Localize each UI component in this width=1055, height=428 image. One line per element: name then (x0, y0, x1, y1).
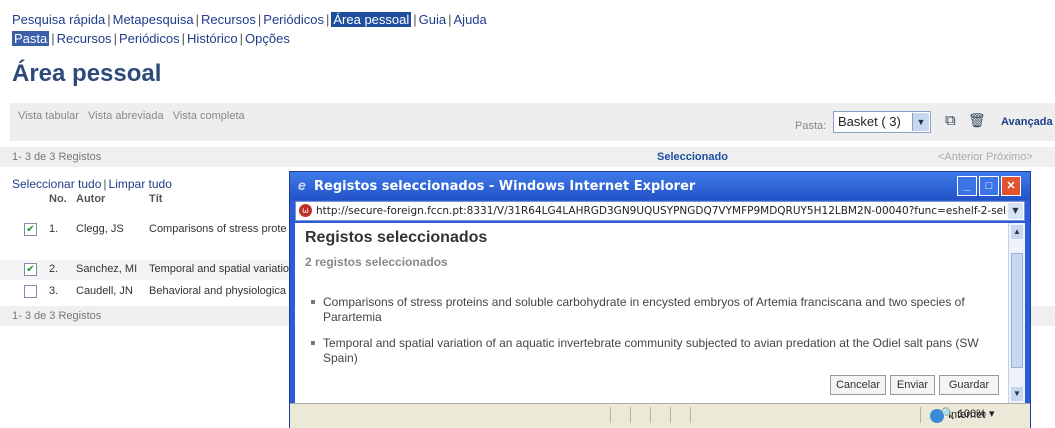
nav-guide[interactable]: Guia (419, 12, 446, 27)
nav-personal-area[interactable]: Área pessoal (331, 12, 412, 27)
folder-label: Pasta: (795, 120, 827, 132)
pagination-nav[interactable]: <Anterior Próximo> (938, 151, 1033, 163)
dialog-count: 2 registos seleccionados (305, 255, 448, 269)
subnav-options[interactable]: Opções (245, 31, 290, 46)
row-checkbox[interactable]: ✔ (24, 223, 37, 236)
page-title: Área pessoal (12, 60, 162, 87)
site-icon: ω (299, 204, 312, 217)
folder-select-value: Basket ( 3) (838, 114, 901, 129)
close-icon[interactable]: ✕ (1001, 176, 1021, 196)
zoom-level: 100% (957, 408, 986, 420)
row-author: Sanchez, MI (76, 263, 138, 275)
record-count: 1- 3 de 3 Registos (12, 151, 102, 163)
cancel-button[interactable]: Cancelar (830, 375, 886, 395)
status-zoom-area: 🔍 100% ▾ (289, 402, 1029, 426)
nav-metasearch[interactable]: Metapesquisa (113, 12, 194, 27)
view-bar: Vista tabular Vista abreviada Vista comp… (10, 103, 1055, 141)
copy-icon[interactable]: ⧉ (945, 112, 956, 129)
address-url[interactable]: http://secure-foreign.fccn.pt:8331/V/31R… (316, 205, 1006, 217)
maximize-icon[interactable]: □ (979, 176, 999, 196)
subnav-history[interactable]: Histórico (187, 31, 238, 46)
row-title[interactable]: Temporal and spatial variatio (149, 263, 289, 275)
ie-window-title: Registos seleccionados - Windows Interne… (314, 179, 696, 194)
selection-links: Seleccionar tudo | Limpar tudo (12, 177, 172, 191)
table-row: ✔ 2. Sanchez, MI Temporal and spatial va… (0, 260, 290, 280)
chevron-down-icon[interactable]: ▾ (989, 408, 995, 420)
bullet-icon (311, 300, 315, 304)
record-count: 1- 3 de 3 Registos (12, 310, 102, 322)
view-complete-link[interactable]: Vista completa (173, 110, 245, 122)
list-item-text: Comparisons of stress proteins and solub… (323, 295, 965, 324)
table-row: ✔ 1. Clegg, JS Comparisons of stress pro… (0, 220, 290, 240)
scroll-up-icon[interactable]: ▲ (1011, 225, 1023, 239)
row-checkbox[interactable]: ✔ (24, 263, 37, 276)
advanced-link[interactable]: Avançada (1001, 116, 1053, 128)
column-header-title: Tít (149, 193, 163, 205)
column-header-author: Autor (76, 193, 106, 205)
row-title[interactable]: Behavioral and physiologica (149, 285, 286, 297)
subnav-periodicals[interactable]: Periódicos (119, 31, 180, 46)
view-tabular-link[interactable]: Vista tabular (18, 110, 79, 122)
nav-quick-search[interactable]: Pesquisa rápida (12, 12, 105, 27)
chevron-down-icon[interactable]: ▼ (1008, 203, 1023, 219)
top-nav: Pesquisa rápida | Metapesquisa | Recursos | Pe… (12, 12, 487, 27)
vertical-scrollbar[interactable]: ▲ ▼ (1008, 223, 1025, 403)
clear-all-link[interactable]: Limpar tudo (109, 177, 172, 191)
nav-periodicals[interactable]: Periódicos (263, 12, 324, 27)
dialog-title: Registos seleccionados (305, 229, 488, 246)
zoom-control[interactable]: 🔍 100% ▾ (941, 407, 995, 420)
scroll-thumb[interactable] (1011, 253, 1023, 368)
nav-resources[interactable]: Recursos (201, 12, 256, 27)
address-bar[interactable]: ω http://secure-foreign.fccn.pt:8331/V/3… (295, 201, 1025, 221)
list-item-text: Temporal and spatial variation of an aqu… (323, 336, 979, 365)
minimize-icon[interactable]: _ (957, 176, 977, 196)
scroll-down-icon[interactable]: ▼ (1011, 387, 1023, 401)
row-number: 3. (49, 285, 59, 297)
ie-popup-window: e Registos seleccionados - Windows Inter… (289, 171, 1031, 428)
row-number: 1. (49, 223, 59, 235)
sub-nav: Pasta | Recursos | Periódicos | Histórico | Opçõ… (12, 31, 290, 46)
folder-select[interactable]: Basket ( 3) ▼ (833, 111, 931, 133)
ie-content: Registos seleccionados 2 registos selecc… (295, 223, 1025, 403)
subnav-folder[interactable]: Pasta (12, 31, 50, 46)
row-title[interactable]: Comparisons of stress prote (149, 223, 287, 235)
zoom-icon: 🔍 (941, 408, 955, 420)
ie-logo-icon: e (298, 177, 306, 193)
subnav-resources[interactable]: Recursos (57, 31, 112, 46)
send-button[interactable]: Enviar (890, 375, 935, 395)
trash-icon[interactable]: 🗑 (968, 112, 986, 129)
column-header-no: No. (49, 193, 67, 205)
row-checkbox[interactable] (24, 285, 37, 298)
bullet-icon (311, 341, 315, 345)
row-number: 2. (49, 263, 59, 275)
view-abbreviated-link[interactable]: Vista abreviada (88, 110, 164, 122)
list-item: Temporal and spatial variation of an aqu… (311, 336, 1001, 366)
view-options: Vista tabular Vista abreviada Vista comp… (18, 110, 251, 122)
table-row: 3. Caudell, JN Behavioral and physiologi… (0, 282, 290, 302)
list-item: Comparisons of stress proteins and solub… (311, 295, 1001, 325)
save-button[interactable]: Guardar (939, 375, 999, 395)
ie-titlebar[interactable]: e Registos seleccionados - Windows Inter… (290, 172, 1030, 200)
select-all-link[interactable]: Seleccionar tudo (12, 177, 101, 191)
row-author: Clegg, JS (76, 223, 124, 235)
record-count-bar: 1- 3 de 3 Registos Seleccionado <Anterio… (0, 147, 1055, 167)
chevron-down-icon[interactable]: ▼ (912, 113, 929, 131)
row-author: Caudell, JN (76, 285, 133, 297)
selected-link[interactable]: Seleccionado (657, 151, 728, 163)
nav-help[interactable]: Ajuda (454, 12, 487, 27)
